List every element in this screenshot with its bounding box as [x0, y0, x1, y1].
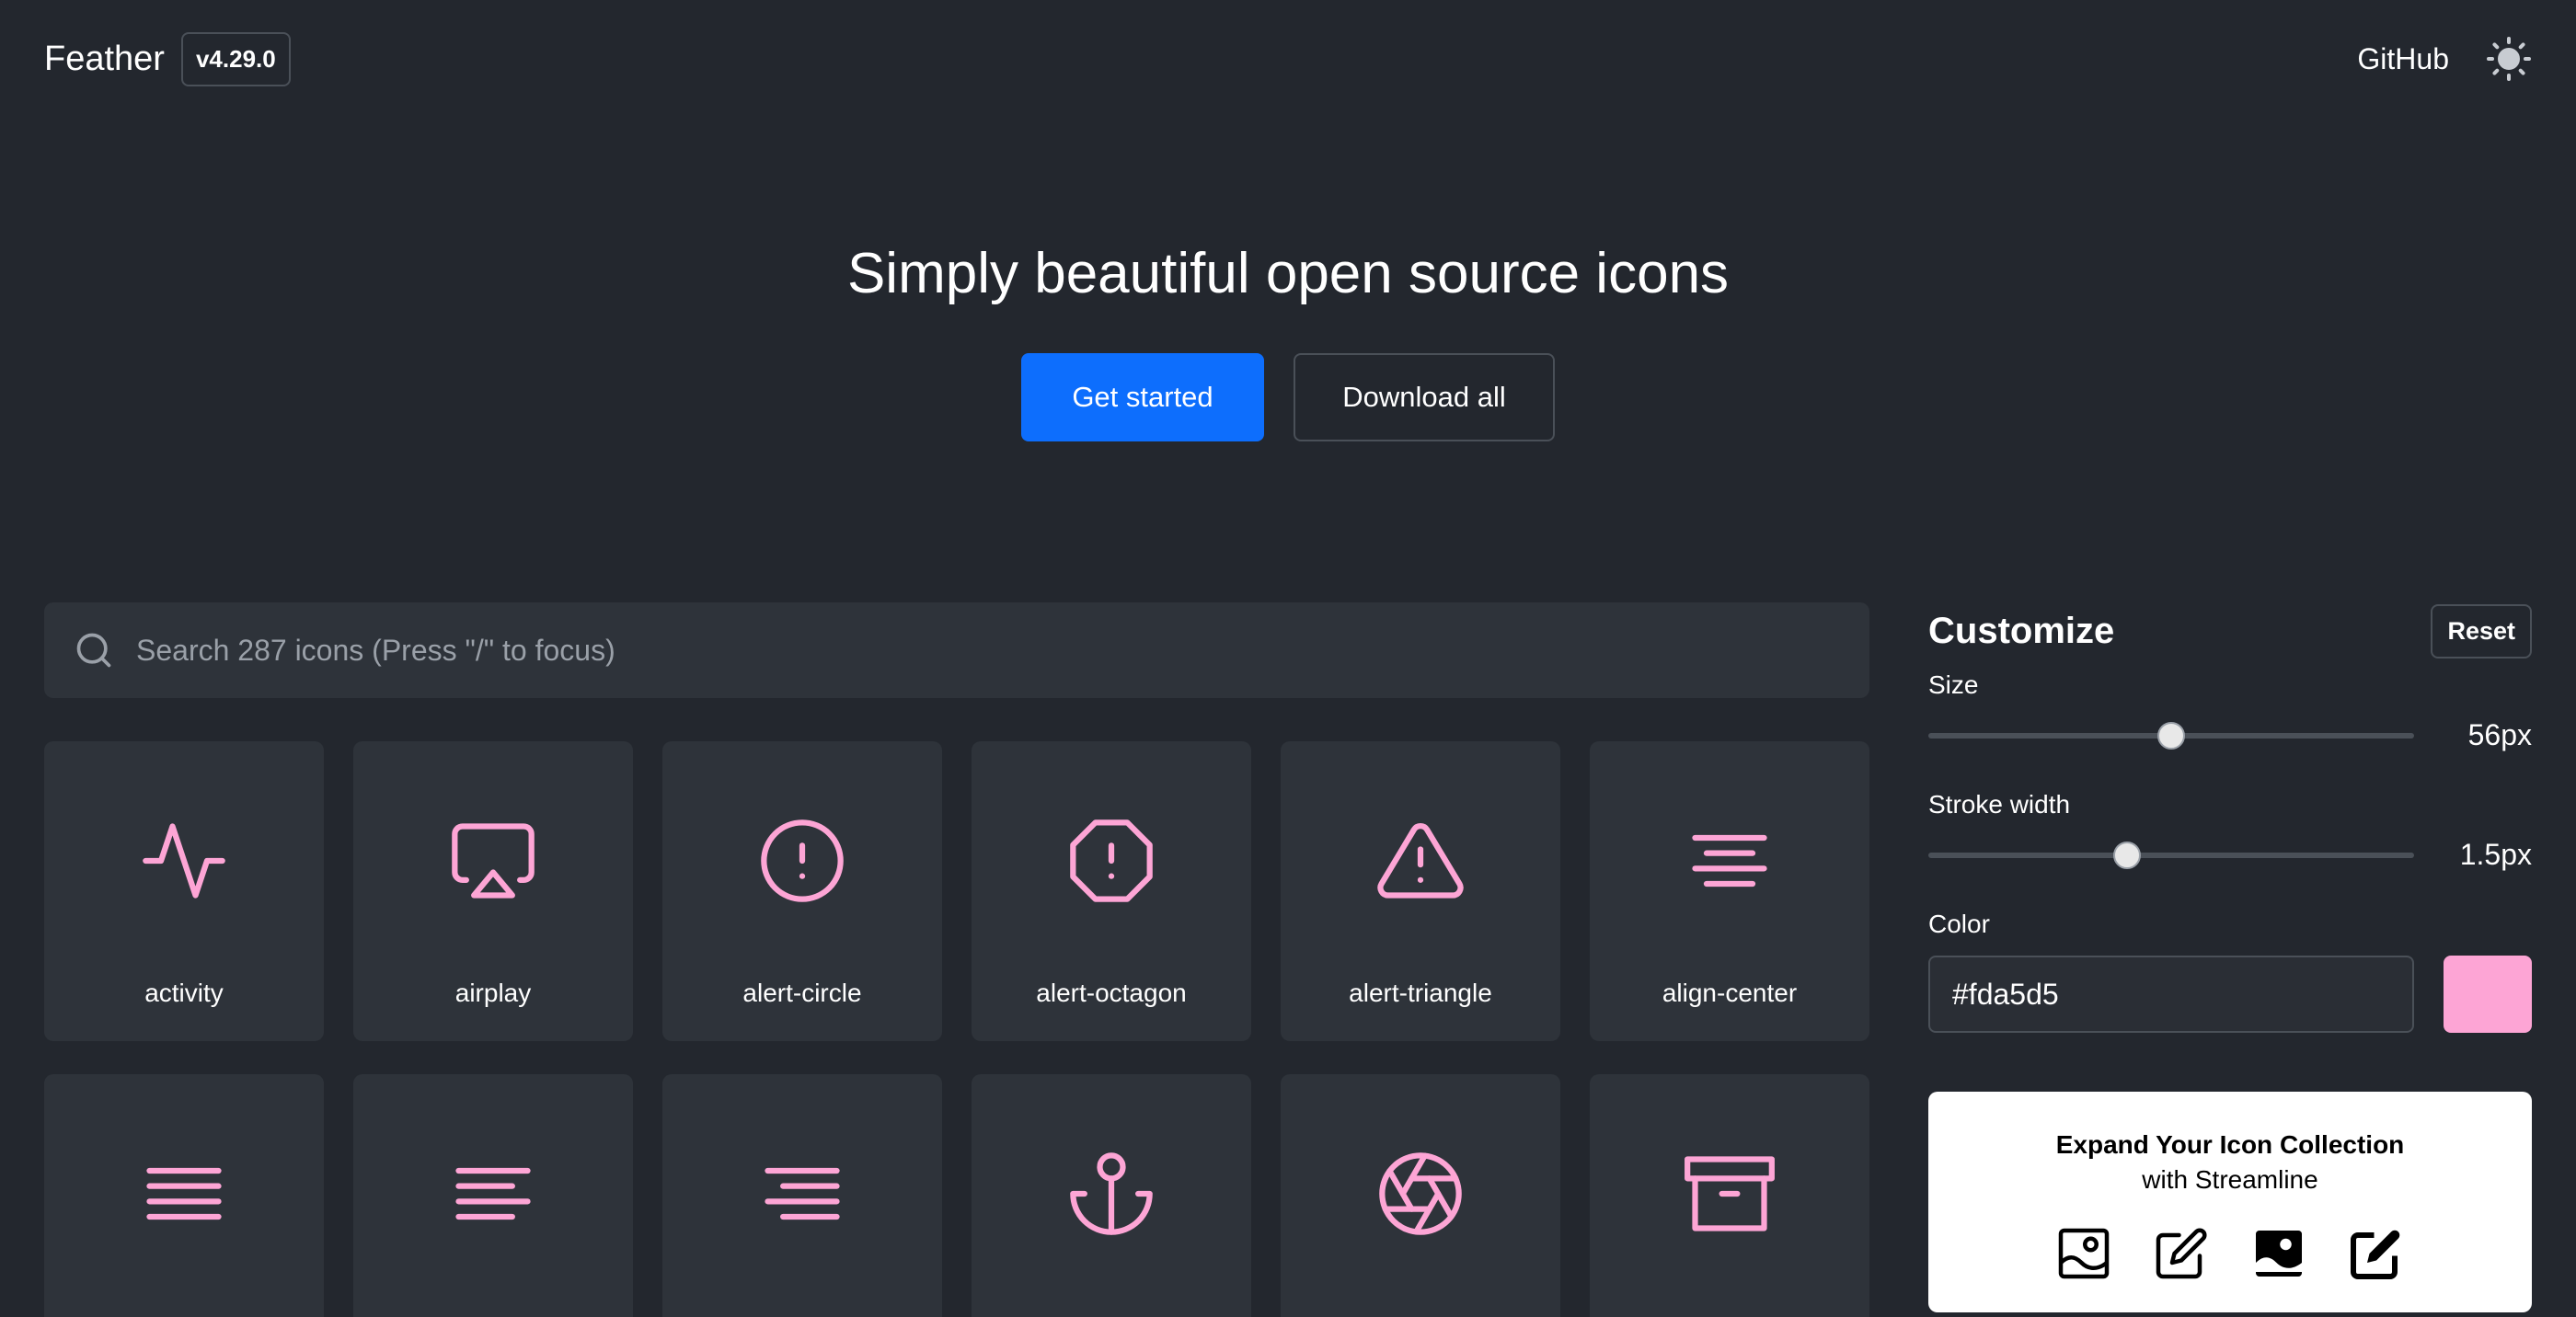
align-center-icon: [1692, 834, 1767, 888]
aperture-icon: [1379, 1152, 1462, 1235]
color-swatch[interactable]: [2444, 956, 2532, 1033]
archive-icon: [1685, 1156, 1775, 1231]
search-icon: [76, 633, 111, 668]
size-slider[interactable]: [1928, 716, 2414, 753]
icon-label: alert-circle: [742, 979, 862, 1007]
icon-card-activity[interactable]: activity: [44, 741, 324, 1041]
color-label: Color: [1928, 910, 1990, 938]
size-row: 56px: [1928, 716, 2532, 753]
icon-card-archive[interactable]: [1590, 1074, 1869, 1317]
icon-card-align-center[interactable]: align-center: [1590, 741, 1869, 1041]
streamline-promo[interactable]: Expand Your Icon Collection with Streaml…: [1928, 1092, 2532, 1312]
search-input[interactable]: [136, 633, 1840, 668]
promo-title: Expand Your Icon Collection: [2055, 1130, 2405, 1159]
customize-panel: Customize Reset Size 56px Stroke width 1…: [1928, 602, 2532, 1312]
header-right: GitHub: [2357, 36, 2532, 82]
icon-label: alert-triangle: [1349, 979, 1492, 1007]
reset-button[interactable]: Reset: [2431, 603, 2532, 658]
color-row: [1928, 956, 2532, 1033]
version-badge: v4.29.0: [180, 31, 291, 86]
icon-card-alert-octagon[interactable]: alert-octagon: [972, 741, 1251, 1041]
edit-outline-icon: [2156, 1228, 2207, 1279]
stroke-width-slider-thumb[interactable]: [2113, 842, 2142, 869]
page: Feather v4.29.0 GitHub Simply beautiful …: [0, 0, 2576, 1317]
align-left-icon: [455, 1167, 531, 1220]
edit-filled-icon: [2351, 1230, 2400, 1279]
alert-octagon-icon: [1070, 819, 1153, 902]
theme-toggle-button[interactable]: [2486, 36, 2532, 82]
download-all-button[interactable]: Download all: [1294, 353, 1555, 441]
image-outline-icon: [2058, 1228, 2110, 1279]
size-slider-thumb[interactable]: [2157, 722, 2185, 750]
icon-card-anchor[interactable]: [972, 1074, 1251, 1317]
airplay-icon: [452, 823, 535, 899]
align-justify-icon: [146, 1167, 222, 1220]
icon-label: align-center: [1662, 979, 1798, 1007]
size-label: Size: [1928, 670, 1979, 699]
icon-label: alert-octagon: [1036, 979, 1187, 1007]
align-right-icon: [765, 1167, 840, 1220]
customize-title: Customize: [1928, 610, 2115, 651]
icon-card-align-right[interactable]: [662, 1074, 942, 1317]
customize-header: Customize Reset: [1928, 602, 2532, 659]
stroke-width-slider[interactable]: [1928, 836, 2414, 873]
get-started-button[interactable]: Get started: [1021, 353, 1264, 441]
stroke-width-value: 1.5px: [2459, 837, 2532, 871]
icon-label: activity: [144, 979, 224, 1007]
anchor-icon: [1070, 1152, 1153, 1235]
icon-card-align-left[interactable]: [353, 1074, 633, 1317]
hero-title: Simply beautiful open source icons: [846, 242, 1730, 305]
icon-card-alert-circle[interactable]: alert-circle: [662, 741, 942, 1041]
github-link[interactable]: GitHub: [2357, 42, 2449, 76]
icon-grid: activity airplay alert-circle alert-octa…: [44, 741, 1869, 1317]
brand: Feather v4.29.0: [44, 31, 291, 86]
promo-subtitle: with Streamline: [2142, 1165, 2318, 1194]
image-filled-icon: [2256, 1231, 2302, 1277]
icon-label: airplay: [454, 979, 532, 1007]
stroke-width-label: Stroke width: [1928, 790, 2071, 819]
size-value: 56px: [2467, 717, 2532, 751]
icon-card-airplay[interactable]: airplay: [353, 741, 633, 1041]
stroke-width-slider-track: [1928, 853, 2414, 858]
color-input[interactable]: [1928, 956, 2414, 1033]
logo[interactable]: Feather: [44, 40, 165, 79]
icon-card-align-justify[interactable]: [44, 1074, 324, 1317]
activity-icon: [143, 823, 225, 899]
alert-triangle-icon: [1377, 822, 1464, 899]
header: Feather v4.29.0 GitHub: [44, 29, 2532, 88]
alert-circle-icon: [761, 819, 844, 902]
sun-icon: [2487, 37, 2531, 81]
search-bar: [44, 602, 1869, 698]
stroke-width-row: 1.5px: [1928, 836, 2532, 873]
hero-buttons: Get started Download all: [0, 353, 2576, 441]
icon-card-aperture[interactable]: [1281, 1074, 1560, 1317]
icon-card-alert-triangle[interactable]: alert-triangle: [1281, 741, 1560, 1041]
promo-icons: [1928, 1226, 2532, 1281]
